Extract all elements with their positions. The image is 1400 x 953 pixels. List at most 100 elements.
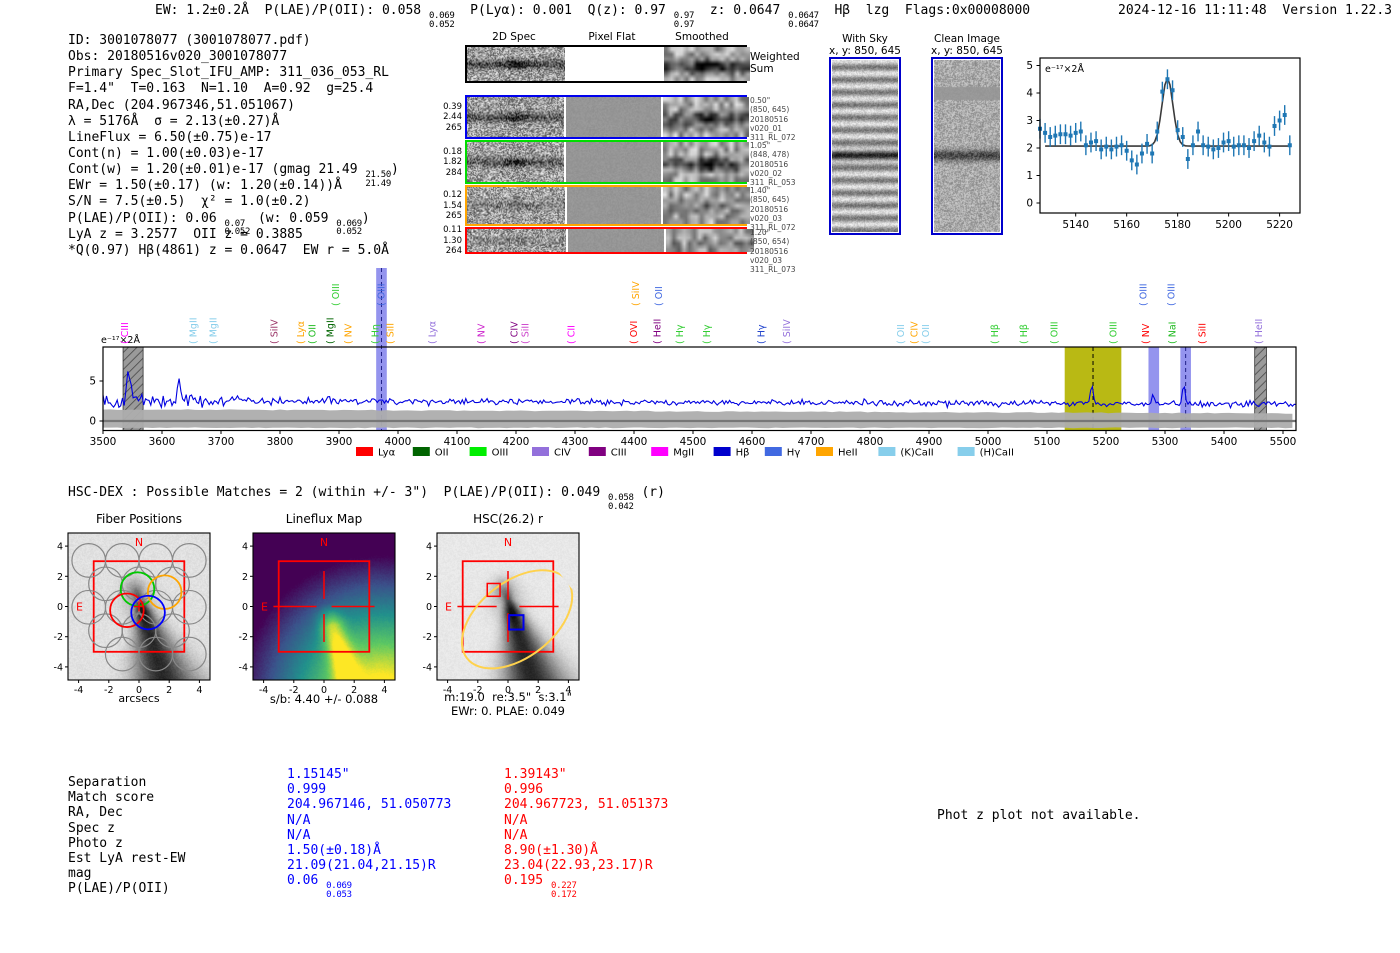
data-point [1201,143,1206,148]
match-value-red: N/A [504,827,528,843]
match-value-red: N/A [504,812,528,828]
spectrum-xtick-label: 3500 [90,436,117,448]
cutout-right-value: v020_03 [750,213,783,223]
zoom-ytick-label: 2 [1026,143,1033,155]
spectrum-ylabel: e⁻¹⁷×2Å [101,334,140,346]
panel-ytick-label: -4 [239,662,248,673]
legend-label: (H)CaII [980,448,1014,459]
col-title-2dspec: 2D Spec [492,31,536,43]
data-point [1287,143,1292,148]
zoom-xtick-label: 5200 [1215,219,1242,231]
data-point [1078,129,1083,134]
panel-ytick-label: 4 [426,542,432,553]
emission-line-label: ( CIV [510,321,521,344]
xlabel-sb-ratio: s/b: 4.40 +/- 0.088 [269,692,379,706]
cutout-right-value: (850, 645) [750,105,790,115]
data-point [1129,158,1134,163]
spectrum-xtick-label: 4400 [621,436,648,448]
spectrum-xtick-label: 5000 [975,436,1002,448]
data-point [1043,130,1048,135]
cutout-strip-noise [467,187,565,224]
cutout-strip-smooth [663,187,750,224]
cutout-left-labels: 0.11 1.30 264 [420,225,462,257]
data-point [1190,143,1195,148]
spectrum-xtick-label: 5200 [1093,436,1120,448]
info-line: F=1.4" T=0.163 N=1.10 A=0.92 g=25.4 [68,81,374,97]
emission-line-label: ( Hβ [1019,324,1030,344]
data-point [1058,132,1063,137]
cutout-right-labels: 1.40" (850, 645) 20180516 v020_03 311_RL_072 [750,186,796,232]
data-point [1124,148,1129,153]
legend-label: OIII [492,448,509,459]
legend-swatch [957,447,975,456]
match-row-label: Photo z [68,835,123,851]
spectrum-xtick-label: 3800 [267,436,294,448]
data-point [1247,146,1252,150]
legend-label: Hβ [736,448,750,459]
info-line: λ = 5176Å σ = 2.13(±0.27)Å [68,113,280,129]
info-line: Primary Spec_Slot_IFU_AMP: 311_036_053_R… [68,65,389,81]
panel-ytick-label: -4 [423,662,432,673]
stacked-uncertainty: 0.069 0.053 [326,881,352,900]
masked-region-band [122,346,144,431]
panel-ytick-label: 2 [57,572,63,583]
emission-line-label: ( Hη [370,324,381,344]
cutout-right-value: (848, 478) [750,150,790,160]
match-row-label: P(LAE)/P(OII) [68,881,170,897]
match-value-red: 0.195 0.227 0.172 [504,873,577,900]
legend-swatch [356,447,373,456]
emission-line-label: ( OII [921,324,932,344]
cutout-left-labels: 0.18 1.82 284 [420,147,462,179]
match-row-label: Separation [68,775,147,790]
sky-panel-title: Clean Image [933,33,1001,45]
cutout-right-value: 1.40" [750,186,771,195]
emission-line-label: ( SiIV [270,319,281,344]
cutout-left-value: 265 [445,211,462,221]
cutout-strip-noise [467,229,567,252]
cutout-right-value: 311_RL_073 [750,265,796,275]
data-point [1180,135,1185,139]
spectrum-xtick-label: 3900 [326,436,353,448]
cutout-row [465,227,755,254]
xlabel-arcsecs: arcsecs [118,692,160,705]
legend-label: CIV [554,448,571,459]
zoom-ytick-label: 5 [1026,60,1033,72]
data-point [1104,144,1109,149]
match-row-label: mag [68,866,92,882]
spectrum-xtick-label: 4700 [798,436,825,448]
data-point [1083,143,1088,148]
emission-line-label: ( OVI [629,321,640,344]
zoom-ytick-label: 1 [1026,170,1033,182]
match-value-blue: 1.50(±0.18)Å [287,843,381,858]
data-point [1185,157,1190,161]
emission-line-label: ( SiIV [631,281,642,306]
data-point [1088,140,1093,145]
spectrum-xtick-label: 4200 [503,436,530,448]
stacked-uncertainty: 0.058 0.042 [608,493,634,512]
zoom-ytick-label: 0 [1026,198,1033,210]
data-point [1109,147,1114,152]
data-point [1252,139,1257,144]
emission-line-label: ( OII [654,286,665,306]
data-point [1282,113,1287,117]
match-row-label: Match score [68,790,155,806]
stacked-uncertainty: 21.50 21.49 [365,170,392,189]
data-point [1155,129,1160,134]
cutout-left-labels: 0.39 2.44 265 [420,102,462,134]
panel-ytick-label: -2 [423,632,432,643]
cutout-right-value: v020_03 [750,255,783,265]
emission-line-label: ( SiIV [782,319,793,344]
legend-swatch [588,447,606,456]
info-line: RA,Dec (204.967346,51.051067) [68,97,295,113]
data-point [1150,151,1155,156]
emission-line-label: ( OII [896,324,907,344]
match-row-label: RA, Dec [68,805,123,821]
match-value-blue: N/A [287,812,311,828]
error-band [103,409,1293,429]
cutout-strip-white [566,47,662,81]
cutout-right-value: v020_02 [750,168,783,178]
info-line: ID: 3001078077 (3001078077.pdf) [68,33,311,48]
panel-title-hsc-r: HSC(26.2) r [473,512,543,526]
cutout-strip-flat [566,187,662,224]
emission-line-label: ( Hβ [990,324,1001,344]
